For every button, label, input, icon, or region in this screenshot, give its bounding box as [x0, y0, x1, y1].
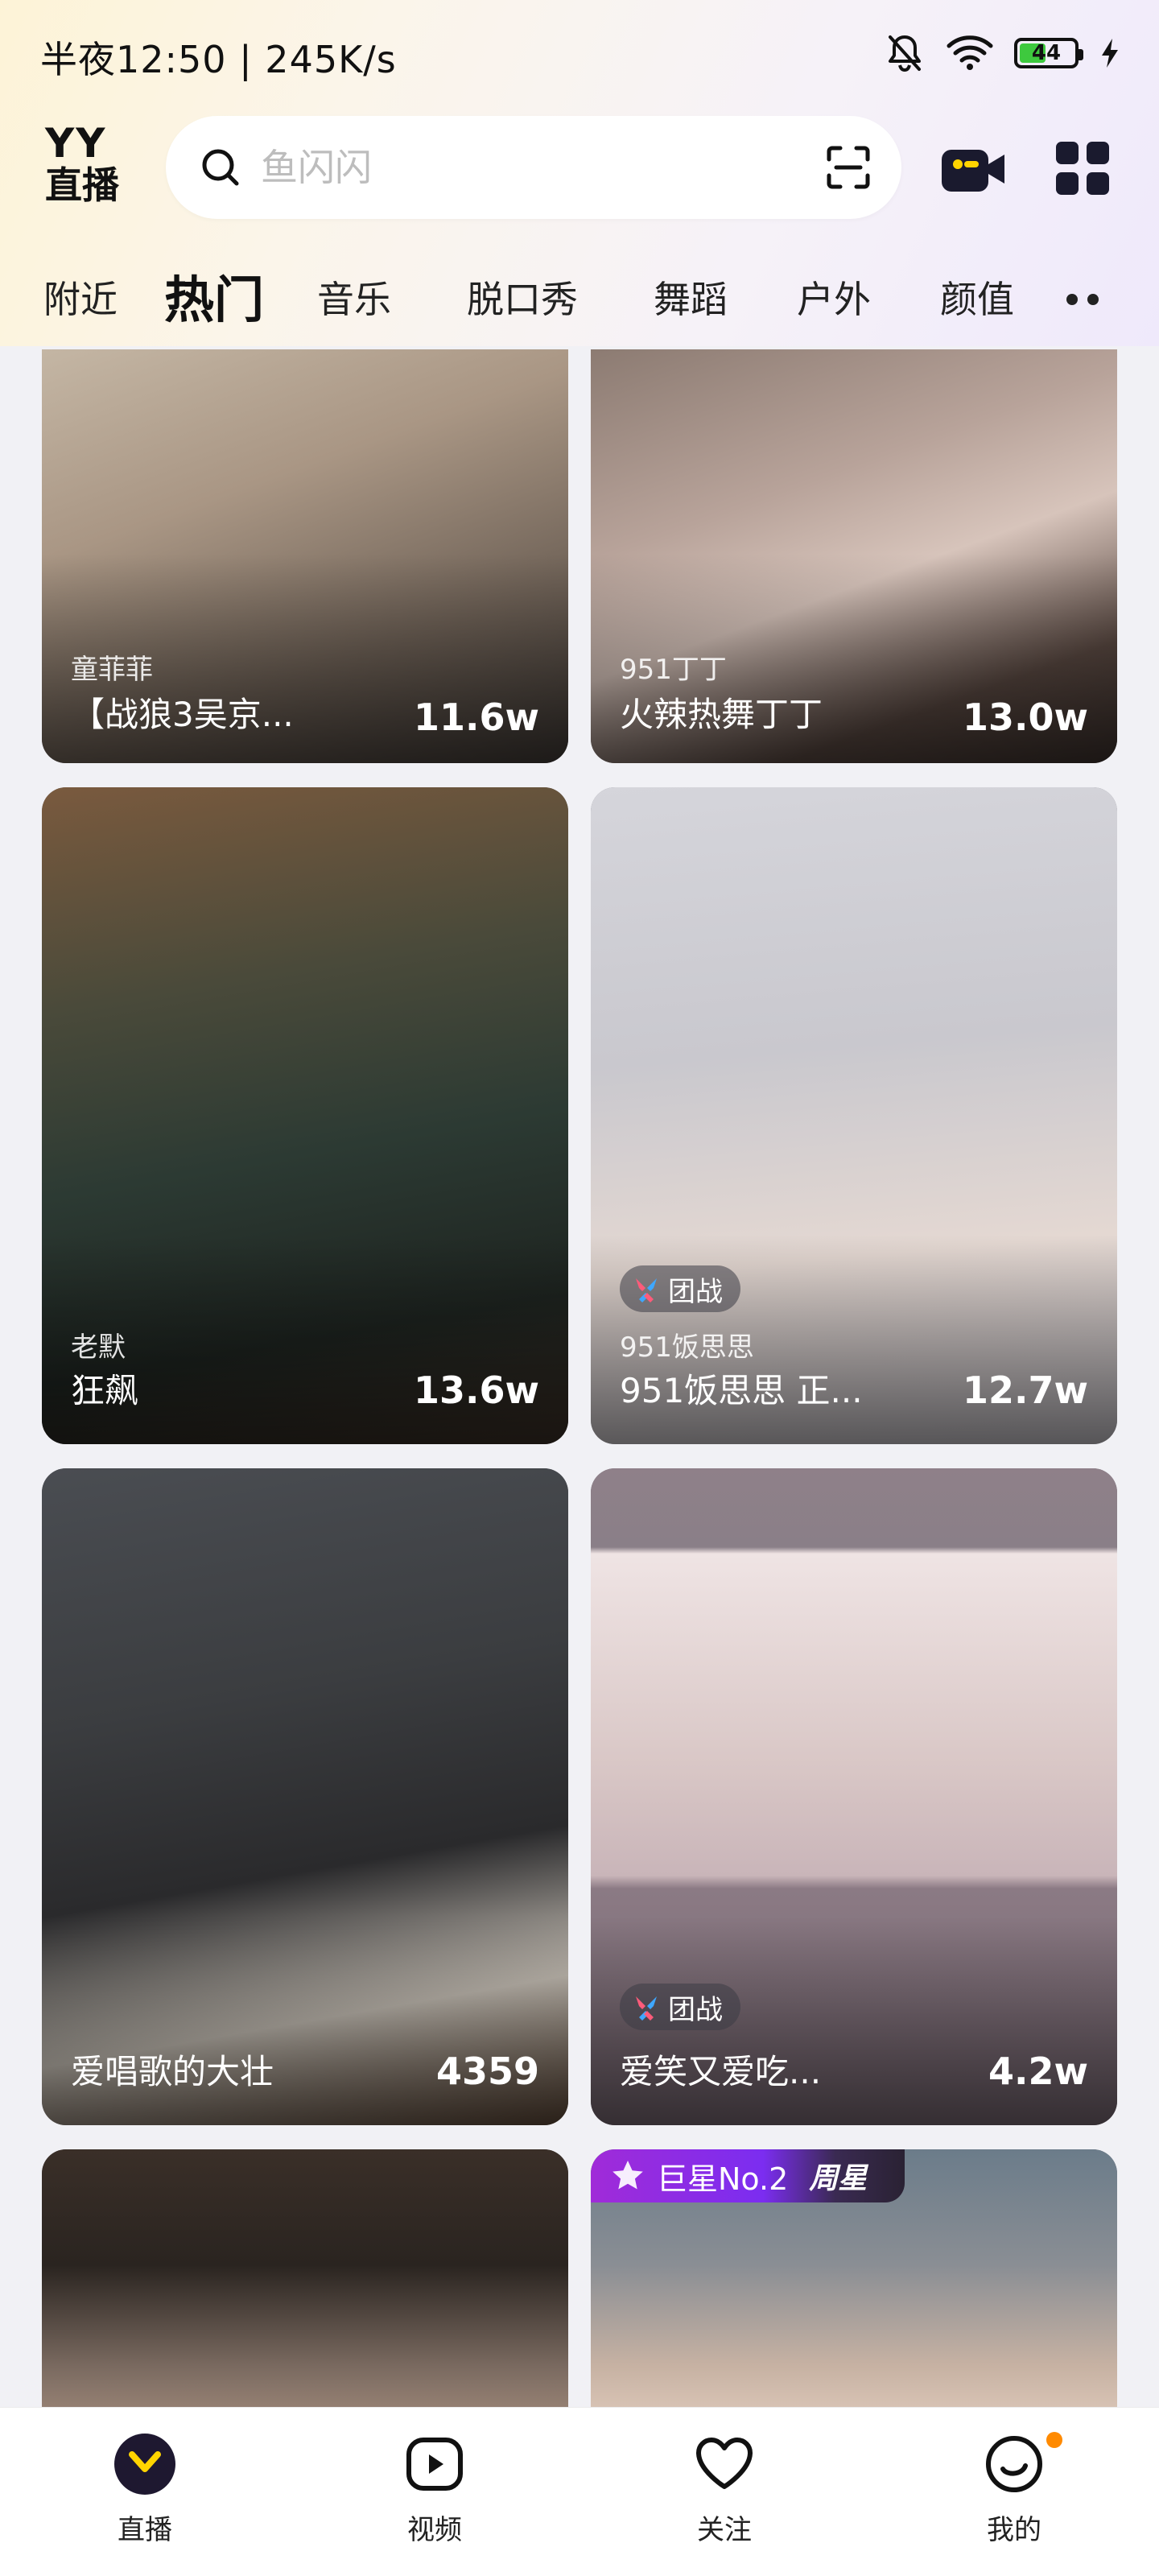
- heart-icon: [696, 2438, 753, 2489]
- bottom-nav: 直播 视频 关注 我的: [0, 2407, 1159, 2576]
- charging-bolt-icon: [1102, 39, 1118, 68]
- battery-level: 44: [1031, 41, 1062, 65]
- status-icons: 44: [884, 29, 1120, 77]
- tab-looks[interactable]: 颜值: [940, 270, 1014, 324]
- app-grid-icon[interactable]: [1054, 140, 1111, 196]
- card-title: 【战狼3吴京...: [71, 695, 294, 734]
- live-card[interactable]: 951丁丁 火辣热舞丁丁 13.0w: [591, 349, 1117, 763]
- nav-video-label: 视频: [407, 2514, 462, 2546]
- nav-follow[interactable]: 关注: [652, 2432, 797, 2553]
- viewer-count: 13.0w: [963, 696, 1088, 739]
- tab-hot[interactable]: 热门: [164, 259, 264, 332]
- card-cover: [42, 2149, 568, 2439]
- battle-icon: [636, 1996, 657, 2021]
- nav-live[interactable]: 直播: [72, 2432, 217, 2553]
- card-shade: [42, 1916, 568, 2125]
- viewer-count: 12.7w: [963, 1368, 1088, 1412]
- nav-video[interactable]: 视频: [362, 2432, 507, 2553]
- category-tabs: 附近 热门 音乐 脱口秀 舞蹈 户外 颜值: [0, 242, 1159, 346]
- nav-profile-label: 我的: [987, 2514, 1041, 2546]
- video-camera-icon[interactable]: [937, 137, 1009, 201]
- yy-live-home: 半夜12:50 | 245K/s 44 YY 直播 鱼闪闪 附近 热门 音乐 脱…: [0, 0, 1159, 2576]
- tab-music[interactable]: 音乐: [317, 270, 391, 324]
- tab-outdoor[interactable]: 户外: [797, 270, 871, 324]
- header: 半夜12:50 | 245K/s 44 YY 直播 鱼闪闪 附近 热门 音乐 脱…: [0, 0, 1159, 346]
- mute-bell-icon: [889, 35, 921, 72]
- live-card[interactable]: 巨星No.2 周星: [591, 2149, 1117, 2439]
- tab-dance[interactable]: 舞蹈: [654, 270, 728, 324]
- live-card[interactable]: 团战 951饭思思 951饭思思 正... 12.7w: [591, 787, 1117, 1444]
- more-dots-icon[interactable]: [1062, 291, 1103, 308]
- team-battle-badge: 团战: [620, 1265, 740, 1312]
- video-icon: [406, 2438, 463, 2491]
- card-title: 火辣热舞丁丁: [620, 695, 823, 734]
- live-card[interactable]: [42, 2149, 568, 2439]
- logo-live-text: 直播: [45, 163, 119, 207]
- card-host: 951丁丁: [620, 654, 727, 686]
- search-box[interactable]: [166, 116, 901, 219]
- viewer-count: 4.2w: [988, 2050, 1088, 2093]
- badge-label: 团战: [668, 1275, 723, 1308]
- status-time: 半夜12:50 | 245K/s: [40, 38, 397, 81]
- viewer-count: 13.6w: [414, 1368, 539, 1412]
- logo-yy-text: YY: [45, 120, 107, 167]
- notification-dot: [1046, 2432, 1062, 2448]
- search-input[interactable]: [261, 146, 776, 189]
- star-rank-label: 巨星No.2: [657, 2161, 789, 2197]
- profile-icon: [986, 2436, 1042, 2492]
- card-title: 狂飙: [71, 1371, 139, 1410]
- top-row: YY 直播: [0, 113, 1159, 221]
- nav-live-label: 直播: [118, 2514, 172, 2546]
- live-card[interactable]: 团战 爱笑又爱吃... 4.2w: [591, 1468, 1117, 2125]
- card-title: 爱唱歌的大壮: [71, 2052, 274, 2091]
- wifi-icon: [947, 35, 993, 70]
- live-card[interactable]: 爱唱歌的大壮 4359: [42, 1468, 568, 2125]
- card-title: 951饭思思 正...: [620, 1371, 863, 1410]
- search-icon: [202, 149, 239, 186]
- card-host: 童菲菲: [71, 654, 153, 686]
- star-rank-badge: 巨星No.2 周星: [591, 2149, 905, 2202]
- card-host: 老默: [71, 1331, 126, 1364]
- badge-label: 团战: [668, 1993, 723, 2026]
- nav-profile[interactable]: 我的: [942, 2432, 1087, 2553]
- viewer-count: 11.6w: [414, 696, 539, 739]
- live-card[interactable]: 老默 狂飙 13.6w: [42, 787, 568, 1444]
- status-bar: 半夜12:50 | 245K/s 44: [0, 0, 1159, 105]
- live-icon: [114, 2434, 175, 2495]
- tab-nearby[interactable]: 附近: [43, 270, 118, 324]
- weekly-star-tag: 周星: [809, 2162, 868, 2195]
- star-icon: [612, 2161, 643, 2190]
- tab-talk-show[interactable]: 脱口秀: [467, 270, 578, 324]
- battle-icon: [636, 1278, 657, 1302]
- live-card[interactable]: 童菲菲 【战狼3吴京... 11.6w: [42, 349, 568, 763]
- scan-icon[interactable]: [824, 143, 872, 192]
- nav-follow-label: 关注: [697, 2514, 752, 2546]
- team-battle-badge: 团战: [620, 1984, 740, 2030]
- battery-indicator: 44: [1014, 38, 1083, 68]
- card-title: 爱笑又爱吃...: [620, 2052, 822, 2091]
- card-host: 951饭思思: [620, 1331, 754, 1364]
- viewer-count: 4359: [435, 2050, 539, 2093]
- yy-logo[interactable]: YY 直播: [45, 120, 129, 213]
